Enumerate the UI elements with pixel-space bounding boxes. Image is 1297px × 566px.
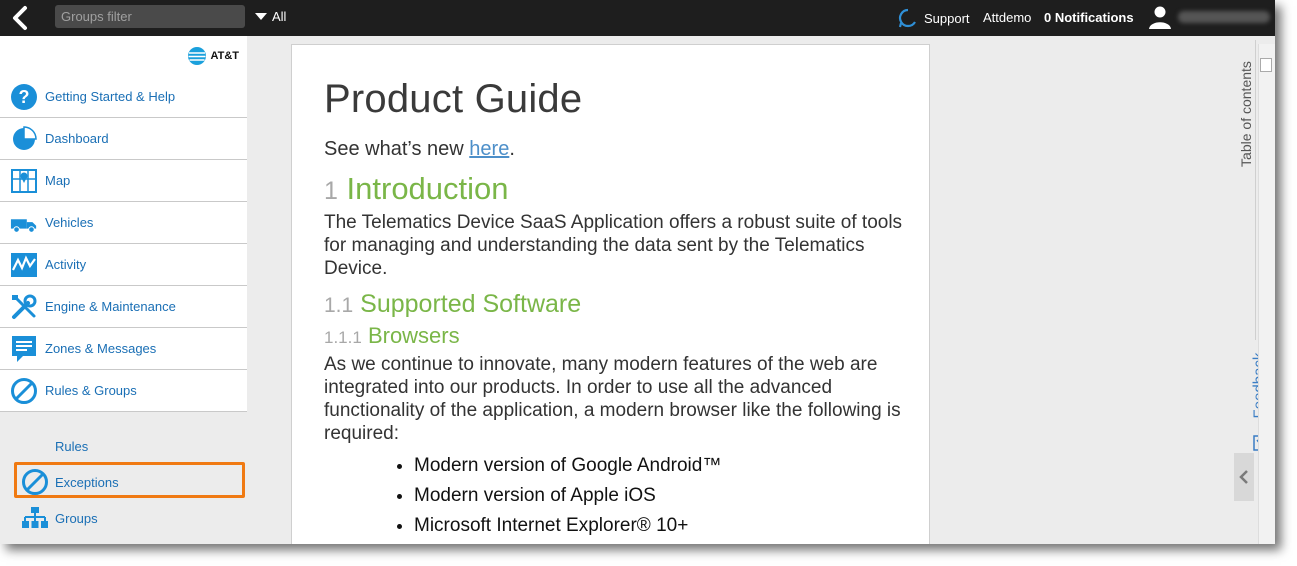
section-heading-supported-software: 1.1 Supported Software [324, 290, 914, 319]
sidebar-item-dashboard[interactable]: Dashboard [0, 118, 247, 160]
sidebar-item-getting-started[interactable]: ? Getting Started & Help [0, 76, 247, 118]
sidebar-item-label: Zones & Messages [45, 341, 157, 356]
help-icon: ? [10, 83, 38, 111]
scrollbar-thumb[interactable] [1260, 58, 1272, 72]
section-body-introduction: The Telematics Device SaaS Application o… [324, 212, 903, 279]
section-title: Introduction [346, 171, 509, 206]
sidebar-item-label: Activity [45, 257, 87, 272]
no-entry-icon [21, 468, 49, 496]
subnav-item-rules[interactable]: Rules [55, 439, 88, 454]
user-icon [1149, 6, 1171, 29]
browser-list: Modern version of Google Android™ Modern… [324, 455, 914, 537]
toc-label: Table of contents [1238, 61, 1254, 167]
map-icon [10, 167, 38, 195]
sidebar-item-engine-maintenance[interactable]: Engine & Maintenance [0, 286, 247, 328]
section-number: 1.1 [324, 294, 354, 317]
pie-chart-icon [10, 125, 38, 153]
section-heading-introduction: 1 Introduction [324, 171, 914, 207]
sidebar-item-activity[interactable]: Activity [0, 244, 247, 286]
section-number: 1.1.1 [324, 328, 362, 347]
subnav-item-groups[interactable]: Groups [21, 506, 98, 530]
support-label: Support [924, 10, 970, 26]
att-globe-icon [188, 47, 207, 65]
document-content: Product Guide See what’s new here. 1 Int… [324, 77, 914, 544]
whats-new-suffix: . [509, 138, 515, 160]
scrollbar-track[interactable] [1258, 44, 1275, 544]
brand-name: AT&T [210, 50, 239, 62]
list-item: Microsoft Internet Explorer® 10+ [414, 515, 914, 537]
user-name-redacted [1178, 11, 1270, 23]
app-window: All Support Attdemo 0 Notifications [0, 0, 1275, 544]
main-nav: ? Getting Started & Help Dashboard Map V… [0, 76, 247, 412]
right-panel [935, 36, 1255, 544]
sidebar: AT&T ? Getting Started & Help Dashboard [0, 36, 247, 544]
page-title: Product Guide [324, 77, 583, 121]
whats-new-link[interactable]: here [469, 138, 509, 160]
subnav-item-exceptions[interactable]: Exceptions [21, 468, 119, 496]
section-title: Supported Software [360, 290, 582, 318]
chevron-left-icon [1239, 470, 1248, 484]
sidebar-item-label: Vehicles [45, 215, 94, 230]
activity-icon [10, 251, 38, 279]
sidebar-item-label: Engine & Maintenance [45, 299, 176, 314]
user-menu[interactable] [1148, 5, 1270, 29]
table-of-contents-tab[interactable]: Table of contents [1232, 50, 1256, 190]
whats-new-line: See what’s new here. [324, 138, 914, 161]
support-icon [898, 8, 916, 28]
att-logo: AT&T [187, 46, 239, 66]
top-bar: All Support Attdemo 0 Notifications [0, 0, 1275, 36]
collapse-panel-button[interactable] [1234, 453, 1254, 501]
sidebar-item-label: Getting Started & Help [45, 89, 176, 104]
chevron-left-icon [13, 6, 27, 30]
sidebar-item-label: Map [45, 173, 71, 188]
subnav-item-label: Rules [55, 439, 89, 454]
all-groups-label: All [272, 9, 287, 24]
svg-text:?: ? [19, 87, 30, 107]
sidebar-item-label: Dashboard [45, 131, 109, 146]
sidebar-item-vehicles[interactable]: Vehicles [0, 202, 247, 244]
product-guide-document: Product Guide See what’s new here. 1 Int… [291, 44, 930, 544]
sidebar-item-rules-groups[interactable]: Rules & Groups [0, 370, 247, 412]
groups-filter-input[interactable] [55, 5, 245, 28]
all-groups-dropdown[interactable]: All [255, 9, 286, 24]
truck-icon [10, 209, 38, 237]
list-item: Modern version of Apple iOS [414, 485, 914, 507]
list-item: Modern version of Google Android™ [414, 455, 914, 477]
subnav-item-label: Exceptions [55, 474, 119, 490]
back-button[interactable] [6, 4, 36, 32]
account-name[interactable]: Attdemo [983, 10, 1031, 25]
message-icon [10, 335, 38, 363]
wrench-icon [10, 293, 38, 321]
subnav-item-label: Groups [55, 510, 98, 526]
section-number: 1 [324, 177, 338, 205]
section-title: Browsers [367, 323, 460, 348]
sidebar-item-zones-messages[interactable]: Zones & Messages [0, 328, 247, 370]
brand-header: AT&T [0, 36, 247, 76]
support-link[interactable]: Support [898, 7, 970, 29]
whats-new-prefix: See what’s new [324, 138, 470, 160]
notifications-link[interactable]: 0 Notifications [1044, 10, 1134, 25]
org-chart-icon [21, 506, 49, 530]
section-heading-browsers: 1.1.1 Browsers [324, 323, 914, 349]
section-body-browsers: As we continue to innovate, many modern … [324, 354, 901, 444]
caret-down-icon [255, 13, 267, 20]
sidebar-item-map[interactable]: Map [0, 160, 247, 202]
no-entry-icon [10, 377, 38, 405]
sidebar-item-label: Rules & Groups [45, 383, 137, 398]
